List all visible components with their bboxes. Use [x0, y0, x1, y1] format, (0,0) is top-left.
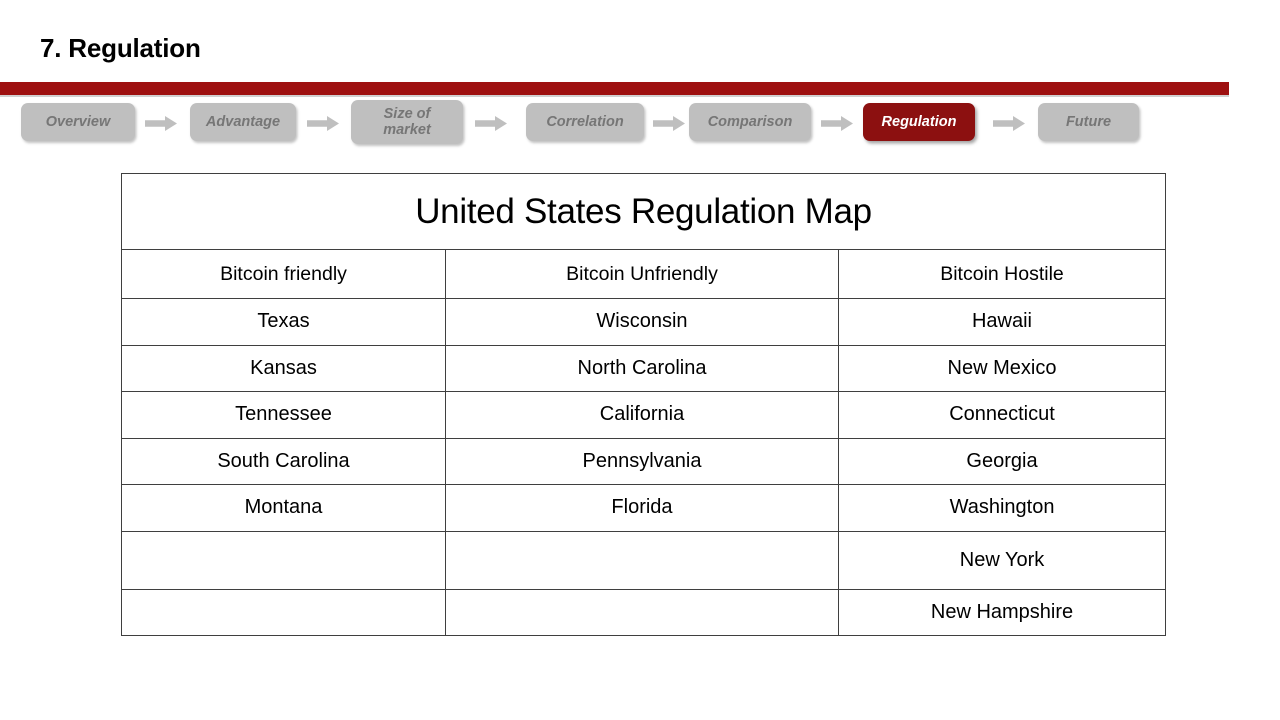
nav-chip-overview[interactable]: Overview	[21, 103, 135, 141]
table-cell: Pennsylvania	[445, 437, 839, 485]
nav-chip-advantage[interactable]: Advantage	[190, 103, 296, 141]
table-row: Texas Wisconsin Hawaii	[121, 298, 1167, 346]
nav-chip-future-label: Future	[1065, 113, 1112, 130]
table-cell: North Carolina	[445, 344, 839, 392]
table-cell: Connecticut	[837, 391, 1167, 439]
table-title: United States Regulation Map	[120, 173, 1167, 250]
table-cell: Kansas	[121, 344, 446, 392]
table-cell: Hawaii	[837, 298, 1167, 346]
right-arrow-icon	[307, 116, 339, 131]
table-cell: Texas	[121, 298, 446, 346]
navigation-chip-strip: Overview Advantage Size of market Correl…	[0, 100, 1280, 151]
nav-chip-advantage-label: Advantage	[205, 113, 281, 130]
table-cell: New York	[837, 530, 1167, 590]
right-arrow-icon	[821, 116, 853, 131]
right-arrow-icon	[653, 116, 685, 131]
table-cell: New Hampshire	[837, 588, 1167, 636]
nav-chip-size-of-market-label-line1: Size of	[383, 105, 431, 122]
table-cell: Tennessee	[121, 391, 446, 439]
nav-chip-size-of-market[interactable]: Size of market	[351, 100, 463, 144]
nav-chip-overview-label: Overview	[45, 113, 111, 130]
table-cell: Washington	[837, 484, 1167, 532]
column-header-unfriendly: Bitcoin Unfriendly	[445, 249, 839, 299]
column-header-friendly: Bitcoin friendly	[121, 249, 446, 299]
slide-canvas: 7. Regulation Overview Advantage Size of…	[0, 0, 1280, 720]
table-cell	[445, 588, 839, 636]
nav-chip-comparison-label: Comparison	[707, 113, 793, 130]
table-cell	[445, 530, 839, 590]
nav-chip-regulation-label: Regulation	[881, 113, 957, 130]
table-cell: Florida	[445, 484, 839, 532]
table-cell	[121, 588, 446, 636]
table-cell	[121, 530, 446, 590]
nav-chip-comparison[interactable]: Comparison	[689, 103, 811, 141]
table-row: Montana Florida Washington	[121, 484, 1167, 532]
right-arrow-icon	[993, 116, 1025, 131]
page-title: 7. Regulation	[40, 33, 201, 63]
nav-chip-correlation-label: Correlation	[546, 113, 624, 130]
table-row: New Hampshire	[121, 588, 1167, 636]
table-row: Kansas North Carolina New Mexico	[121, 344, 1167, 392]
table-cell: South Carolina	[121, 437, 446, 485]
table-cell: New Mexico	[837, 344, 1167, 392]
right-arrow-icon	[475, 116, 507, 131]
table-cell: California	[445, 391, 839, 439]
table-cell: Georgia	[837, 437, 1167, 485]
nav-chip-size-of-market-label-line2: market	[383, 122, 431, 138]
table-title-row: United States Regulation Map	[120, 173, 1167, 250]
table-cell: Montana	[121, 484, 446, 532]
nav-chip-correlation[interactable]: Correlation	[526, 103, 644, 141]
table-row: South Carolina Pennsylvania Georgia	[121, 437, 1167, 485]
table-row: New York	[121, 530, 1167, 590]
table-row: Tennessee California Connecticut	[121, 391, 1167, 439]
regulation-table: United States Regulation Map Bitcoin fri…	[120, 173, 1167, 636]
table-header-row: Bitcoin friendly Bitcoin Unfriendly Bitc…	[121, 249, 1167, 299]
right-arrow-icon	[145, 116, 177, 131]
column-header-hostile: Bitcoin Hostile	[837, 249, 1167, 299]
accent-divider-bar	[0, 82, 1229, 97]
table-cell: Wisconsin	[445, 298, 839, 346]
nav-chip-future[interactable]: Future	[1038, 103, 1139, 141]
nav-chip-regulation[interactable]: Regulation	[863, 103, 975, 141]
